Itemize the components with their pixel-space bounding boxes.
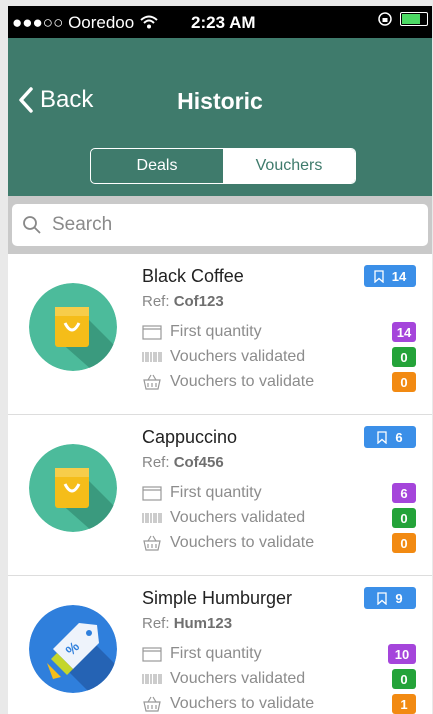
list-item[interactable]: % Simple Humburger Ref: Hum123 9 First q… bbox=[8, 576, 432, 714]
discount-tag-icon: % bbox=[29, 605, 117, 693]
first-quantity-row: First quantity bbox=[142, 320, 262, 344]
barcode-icon bbox=[142, 674, 162, 684]
shopping-bag-icon bbox=[29, 283, 117, 371]
barcode-icon bbox=[142, 513, 162, 523]
search-bar bbox=[8, 196, 432, 254]
rotation-lock-icon bbox=[378, 12, 392, 26]
status-time: 2:23 AM bbox=[191, 13, 256, 32]
bookmark-icon bbox=[377, 430, 388, 444]
box-icon bbox=[142, 325, 162, 340]
item-ref: Ref: Hum123 bbox=[142, 615, 233, 632]
box-icon bbox=[142, 486, 162, 501]
battery-icon bbox=[400, 12, 428, 26]
first-quantity-badge: 6 bbox=[392, 483, 416, 503]
app-screen: ●●●○○ Ooredoo 2:23 AM Back Historic Deal… bbox=[8, 6, 432, 714]
item-name: Simple Humburger bbox=[142, 588, 293, 608]
basket-icon bbox=[143, 535, 161, 551]
tab-deals[interactable]: Deals bbox=[91, 149, 223, 183]
bookmark-icon bbox=[374, 269, 384, 283]
basket-icon bbox=[143, 374, 161, 390]
item-ref: Ref: Cof123 bbox=[142, 293, 224, 310]
nav-header: Back Historic Deals Vouchers bbox=[8, 38, 432, 196]
segmented-control: Deals Vouchers bbox=[90, 148, 356, 184]
voucher-list: Black Coffee Ref: Cof123 14 First quanti… bbox=[8, 254, 432, 714]
vouchers-to-validate-row: Vouchers to validate bbox=[142, 370, 314, 394]
list-item[interactable]: Black Coffee Ref: Cof123 14 First quanti… bbox=[8, 254, 432, 415]
first-quantity-row: First quantity bbox=[142, 481, 262, 505]
vouchers-validated-row: Vouchers validated bbox=[142, 506, 305, 530]
to-validate-badge: 1 bbox=[392, 694, 416, 714]
count-badge: 9 bbox=[364, 587, 416, 609]
vouchers-validated-row: Vouchers validated bbox=[142, 345, 305, 369]
wifi-icon bbox=[140, 15, 158, 29]
item-name: Cappuccino bbox=[142, 427, 238, 447]
item-name: Black Coffee bbox=[142, 266, 244, 286]
to-validate-badge: 0 bbox=[392, 533, 416, 553]
count-badge: 6 bbox=[364, 426, 416, 448]
bookmark-icon bbox=[377, 591, 388, 605]
count-badge: 14 bbox=[364, 265, 416, 287]
vouchers-to-validate-row: Vouchers to validate bbox=[142, 692, 314, 714]
list-item[interactable]: Cappuccino Ref: Cof456 6 First quantity … bbox=[8, 415, 432, 576]
to-validate-badge: 0 bbox=[392, 372, 416, 392]
validated-badge: 0 bbox=[392, 508, 416, 528]
first-quantity-row: First quantity bbox=[142, 642, 262, 666]
barcode-icon bbox=[142, 352, 162, 362]
tab-vouchers[interactable]: Vouchers bbox=[223, 149, 355, 183]
validated-badge: 0 bbox=[392, 669, 416, 689]
status-bar: ●●●○○ Ooredoo 2:23 AM bbox=[8, 6, 432, 38]
search-icon bbox=[23, 216, 41, 234]
validated-badge: 0 bbox=[392, 347, 416, 367]
item-ref: Ref: Cof456 bbox=[142, 454, 224, 471]
carrier-label: ●●●○○ Ooredoo bbox=[12, 13, 135, 32]
first-quantity-badge: 14 bbox=[392, 322, 416, 342]
vouchers-validated-row: Vouchers validated bbox=[142, 667, 305, 691]
page-title: Historic bbox=[177, 88, 263, 114]
shopping-bag-icon bbox=[29, 444, 117, 532]
first-quantity-badge: 10 bbox=[388, 644, 416, 664]
box-icon bbox=[142, 647, 162, 662]
search-input[interactable] bbox=[50, 213, 428, 237]
vouchers-to-validate-row: Vouchers to validate bbox=[142, 531, 314, 555]
basket-icon bbox=[143, 696, 161, 712]
